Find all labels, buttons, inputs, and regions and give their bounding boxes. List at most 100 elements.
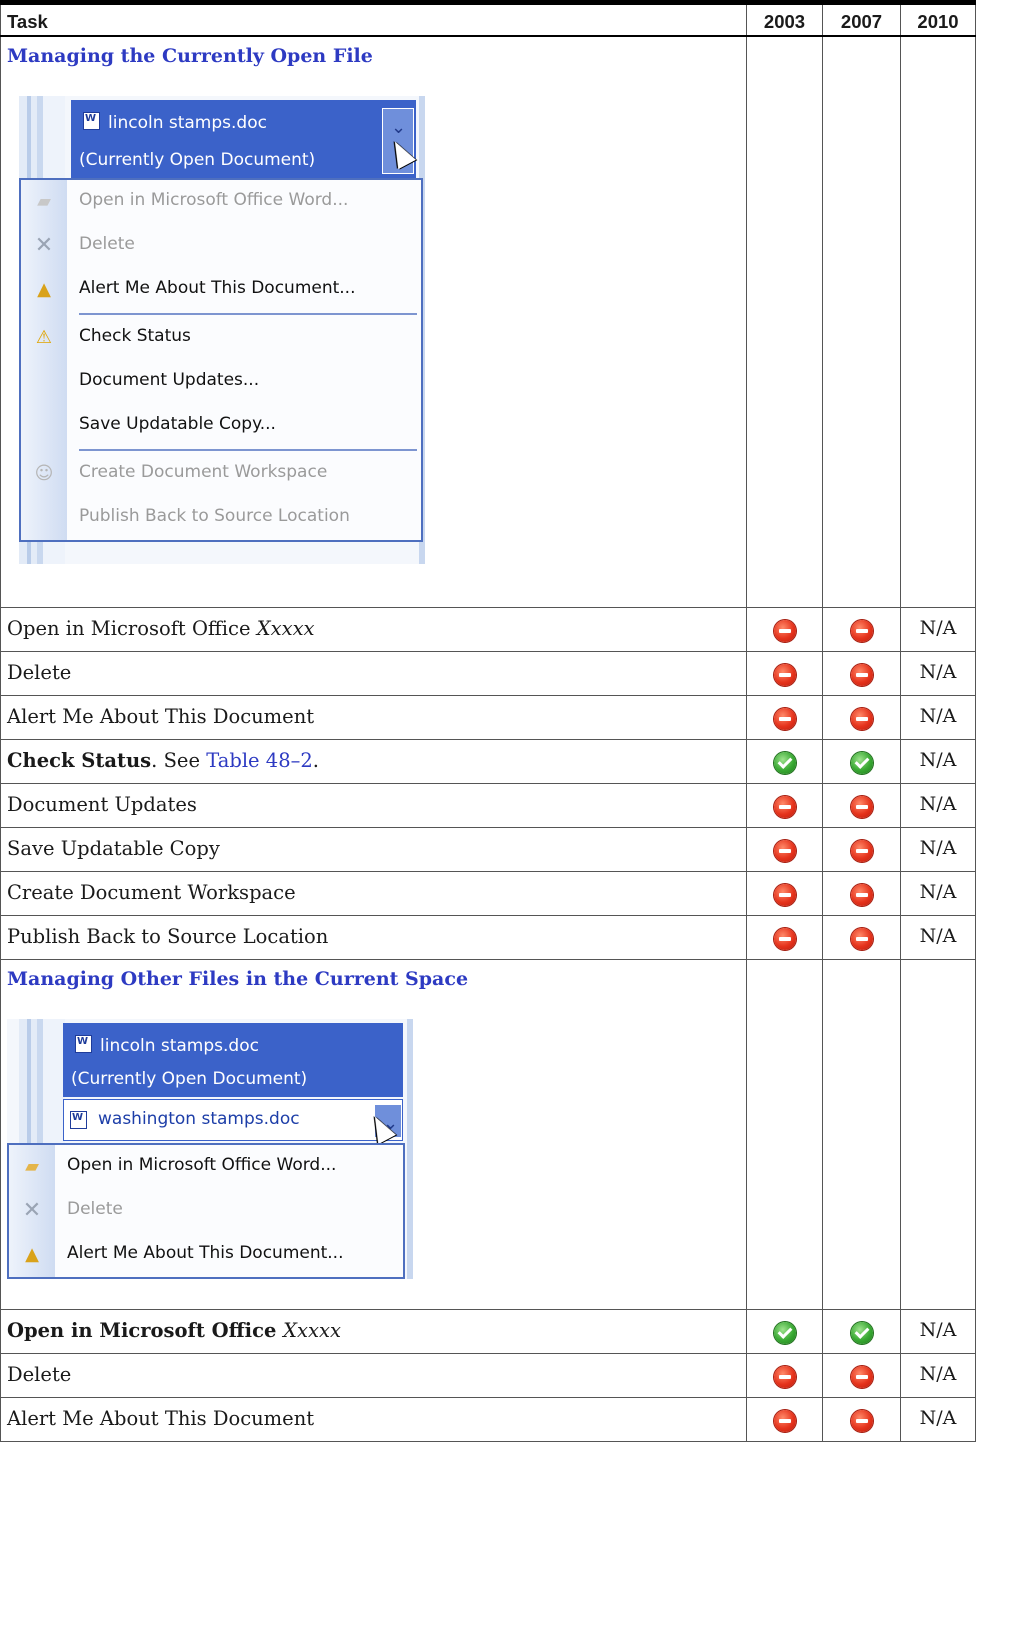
menu-item-open-in-word[interactable]: ▰ Open in Microsoft Office Word... (9, 1147, 403, 1187)
people-icon: ☺ (34, 462, 54, 484)
na-cell: N/A (900, 1309, 976, 1354)
supported-icon (850, 752, 873, 774)
table-row: Save Updatable Copy N/A (0, 827, 976, 872)
section-row-current-file: Managing the Currently Open File lincoln… (0, 35, 976, 608)
folder-icon: ▰ (37, 190, 51, 212)
header-task: Task (0, 2, 747, 37)
menu-item-publish-back[interactable]: Publish Back to Source Location (21, 498, 421, 538)
section-cell: Managing Other Files in the Current Spac… (0, 959, 747, 1310)
current-document-header[interactable]: lincoln stamps.doc (Currently Open Docum… (71, 99, 416, 178)
unsupported-icon (773, 796, 796, 818)
taskpane-right-bar (407, 1019, 413, 1279)
current-document-name: lincoln stamps.doc (100, 1036, 259, 1056)
na-cell: N/A (900, 915, 976, 960)
screenshot-other-files-menu: lincoln stamps.doc (Currently Open Docum… (7, 1019, 413, 1279)
header-2003: 2003 (746, 2, 823, 37)
delete-x-icon: ✕ (22, 1198, 42, 1223)
unsupported-icon (850, 840, 873, 862)
unsupported-icon (773, 840, 796, 862)
table-row: Document Updates N/A (0, 783, 976, 828)
unsupported-icon (850, 884, 873, 906)
table-row: Check Status. See Table 48–2. N/A (0, 739, 976, 784)
current-document-header[interactable]: lincoln stamps.doc (Currently Open Docum… (63, 1023, 403, 1097)
delete-x-icon: ✕ (34, 232, 54, 258)
word-doc-icon (70, 1111, 87, 1129)
current-document-status: (Currently Open Document) (79, 149, 316, 170)
table-row: Alert Me About This Document N/A (0, 1397, 976, 1442)
section-row-other-files: Managing Other Files in the Current Spac… (0, 959, 976, 1310)
bell-icon: ▲ (37, 278, 51, 300)
task-cell: Create Document Workspace (0, 871, 747, 916)
menu-item-alert-me[interactable]: ▲ Alert Me About This Document... (9, 1235, 403, 1275)
section-title-current-file[interactable]: Managing the Currently Open File (7, 45, 740, 67)
menu-item-create-workspace[interactable]: ☺ Create Document Workspace (21, 454, 421, 494)
menu-item-check-status[interactable]: ⚠ Check Status (21, 318, 421, 358)
table-row: Delete N/A (0, 1353, 976, 1398)
na-cell: N/A (900, 827, 976, 872)
word-doc-icon (83, 111, 100, 130)
current-document-name: lincoln stamps.doc (108, 112, 267, 133)
menu-separator (79, 312, 417, 315)
bell-icon: ▲ (25, 1244, 39, 1265)
menu-item-delete[interactable]: ✕ Delete (9, 1191, 403, 1231)
na-cell: N/A (900, 695, 976, 740)
unsupported-icon (850, 708, 873, 730)
header-2010: 2010 (900, 2, 976, 37)
task-cell: Delete (0, 651, 747, 696)
table-row: Delete N/A (0, 651, 976, 696)
task-cell: Alert Me About This Document (0, 1397, 747, 1442)
supported-icon (773, 1322, 796, 1344)
table-row: Alert Me About This Document N/A (0, 695, 976, 740)
warning-icon: ⚠ (35, 326, 53, 348)
unsupported-icon (850, 796, 873, 818)
section-title-other-files[interactable]: Managing Other Files in the Current Spac… (7, 968, 740, 990)
task-cell: Publish Back to Source Location (0, 915, 747, 960)
unsupported-icon (773, 620, 796, 642)
supported-icon (850, 1322, 873, 1344)
unsupported-icon (773, 1410, 796, 1432)
task-cell: Open in Microsoft Office Xxxxx (0, 607, 747, 652)
section-cell: Managing the Currently Open File lincoln… (0, 35, 747, 608)
menu-item-alert-me[interactable]: ▲ Alert Me About This Document... (21, 270, 421, 310)
unsupported-icon (850, 1410, 873, 1432)
unsupported-icon (773, 1366, 796, 1388)
task-cell: Save Updatable Copy (0, 827, 747, 872)
unsupported-icon (850, 620, 873, 642)
table-row: Publish Back to Source Location N/A (0, 915, 976, 960)
na-cell: N/A (900, 739, 976, 784)
unsupported-icon (773, 884, 796, 906)
unsupported-icon (850, 1366, 873, 1388)
supported-icon (773, 752, 796, 774)
word-doc-icon (75, 1035, 92, 1053)
unsupported-icon (850, 928, 873, 950)
task-cell: Alert Me About This Document (0, 695, 747, 740)
unsupported-icon (850, 664, 873, 686)
table-row: Create Document Workspace N/A (0, 871, 976, 916)
na-cell: N/A (900, 1397, 976, 1442)
document-context-menu: ▰ Open in Microsoft Office Word... ✕ Del… (19, 177, 423, 542)
screenshot-current-file-menu: lincoln stamps.doc (Currently Open Docum… (19, 95, 425, 564)
na-cell: N/A (900, 607, 976, 652)
task-cell: Document Updates (0, 783, 747, 828)
unsupported-icon (773, 928, 796, 950)
menu-item-document-updates[interactable]: Document Updates... (21, 362, 421, 402)
table-row: Open in Microsoft Office Xxxxx N/A (0, 607, 976, 652)
menu-item-delete[interactable]: ✕ Delete (21, 226, 421, 266)
task-cell: Open in Microsoft Office Xxxxx (0, 1309, 747, 1354)
file-context-menu: ▰ Open in Microsoft Office Word... ✕ Del… (7, 1143, 405, 1279)
header-row: Task 2003 2007 2010 (0, 2, 976, 37)
task-cell: Delete (0, 1353, 747, 1398)
menu-item-save-updatable-copy[interactable]: Save Updatable Copy... (21, 406, 421, 446)
na-cell: N/A (900, 651, 976, 696)
task-cell: Check Status. See Table 48–2. (0, 739, 747, 784)
table-row: Open in Microsoft Office Xxxxx N/A (0, 1309, 976, 1354)
other-file-row[interactable]: washington stamps.doc (63, 1099, 403, 1141)
other-file-name: washington stamps.doc (98, 1109, 300, 1129)
menu-separator (79, 448, 417, 451)
compatibility-table: Task 2003 2007 2010 Managing the Current… (0, 0, 976, 1442)
folder-icon: ▰ (25, 1156, 39, 1177)
na-cell: N/A (900, 783, 976, 828)
menu-item-open-in-word[interactable]: ▰ Open in Microsoft Office Word... (21, 182, 421, 222)
header-2007: 2007 (822, 2, 901, 37)
table-reference-link[interactable]: Table 48–2 (206, 749, 313, 772)
